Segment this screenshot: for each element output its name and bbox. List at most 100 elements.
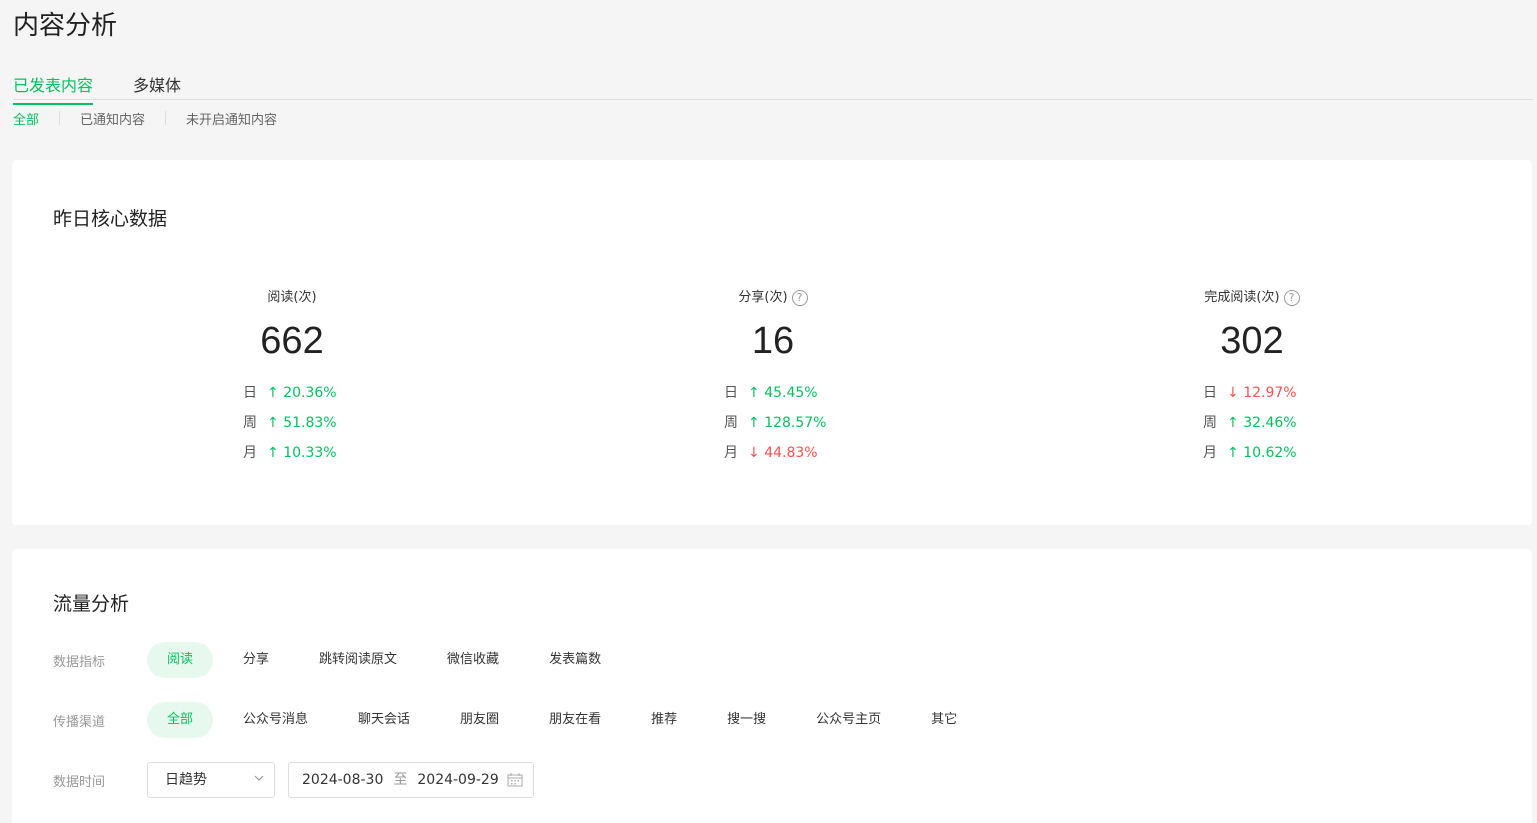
trend-mode-select[interactable]: 日趋势 [147, 762, 275, 798]
compare-percent: 44.83% [764, 445, 818, 461]
trend-mode-value: 日趋势 [165, 772, 207, 788]
arrow-down-icon: ↓ [1227, 385, 1239, 401]
time-filter: 数据时间 日趋势 2024-08-30 至 2024-09-29 [53, 762, 534, 798]
arrow-down-icon: ↓ [748, 445, 760, 461]
compare-value: ↑ 128.57% [748, 408, 828, 438]
compare-percent: 45.45% [764, 385, 818, 401]
arrow-up-icon: ↑ [267, 415, 279, 431]
main-tabs: 已发表内容 多媒体 [13, 68, 1533, 105]
chip-channel-moments[interactable]: 朋友圈 [440, 702, 519, 738]
help-icon[interactable]: ? [1283, 290, 1300, 306]
metric-label: 分享(次) ? [623, 288, 923, 308]
arrow-up-icon: ↑ [748, 415, 760, 431]
chip-original-link[interactable]: 跳转阅读原文 [299, 642, 417, 678]
start-date: 2024-08-30 [302, 772, 384, 788]
indicator-filter: 数据指标 阅读 分享 跳转阅读原文 微信收藏 发表篇数 [53, 642, 631, 678]
chip-shares[interactable]: 分享 [223, 642, 289, 678]
arrow-up-icon: ↑ [1227, 415, 1239, 431]
page-title: 内容分析 [13, 11, 118, 41]
subtab-notified[interactable]: 已通知内容 [80, 109, 145, 128]
compare-value: ↑ 10.62% [1227, 438, 1307, 468]
compare-label: 日 [243, 385, 257, 401]
metric-complete-reads: 完成阅读(次) ? 302 日 ↓ 12.97% 周 ↑ 32.46% 月 ↑ … [1102, 288, 1402, 468]
traffic-analysis-title: 流量分析 [53, 593, 130, 615]
chip-channel-all[interactable]: 全部 [147, 702, 214, 738]
compare-week: 周 ↑ 128.57% [623, 408, 923, 438]
chevron-down-icon [254, 775, 264, 781]
filter-label: 数据时间 [53, 774, 106, 790]
chip-published-count[interactable]: 发表篇数 [529, 642, 621, 678]
date-range-picker[interactable]: 2024-08-30 至 2024-09-29 [288, 762, 534, 798]
compare-label: 周 [243, 415, 257, 431]
metric-shares: 分享(次) ? 16 日 ↑ 45.45% 周 ↑ 128.57% 月 ↓ 44… [623, 288, 923, 468]
compare-value: ↑ 10.33% [267, 438, 347, 468]
compare-day: 日 ↓ 12.97% [1102, 378, 1402, 408]
compare-percent: 10.33% [283, 445, 337, 461]
chip-channel-friends-watching[interactable]: 朋友在看 [529, 702, 621, 738]
filter-label: 数据指标 [53, 654, 106, 670]
metric-reads: 阅读(次) 662 日 ↑ 20.36% 周 ↑ 51.83% 月 ↑ 10.3… [142, 288, 442, 468]
chip-channel-search[interactable]: 搜一搜 [707, 702, 786, 738]
compare-label: 月 [1203, 445, 1217, 461]
compare-day: 日 ↑ 20.36% [142, 378, 442, 408]
metric-label-text: 完成阅读(次) [1204, 290, 1280, 305]
metric-value: 16 [751, 320, 795, 362]
help-icon[interactable]: ? [791, 290, 808, 306]
subtab-all[interactable]: 全部 [13, 109, 39, 128]
arrow-up-icon: ↑ [267, 385, 279, 401]
arrow-up-icon: ↑ [267, 445, 279, 461]
compare-percent: 128.57% [764, 415, 827, 431]
compare-value: ↑ 51.83% [267, 408, 347, 438]
core-data-title: 昨日核心数据 [53, 208, 168, 230]
compare-day: 日 ↑ 45.45% [623, 378, 923, 408]
compare-list: 日 ↑ 20.36% 周 ↑ 51.83% 月 ↑ 10.33% [142, 378, 442, 468]
divider [165, 111, 167, 125]
chip-channel-recommend[interactable]: 推荐 [631, 702, 697, 738]
end-date: 2024-09-29 [417, 772, 499, 788]
traffic-analysis-card: 流量分析 数据指标 阅读 分享 跳转阅读原文 微信收藏 发表篇数 传播渠道 全部… [12, 549, 1532, 823]
core-data-card: 昨日核心数据 阅读(次) 662 日 ↑ 20.36% 周 ↑ 51.83% 月… [12, 160, 1532, 525]
compare-label: 日 [1203, 385, 1217, 401]
sub-tabs: 全部 已通知内容 未开启通知内容 [13, 109, 277, 128]
compare-percent: 10.62% [1243, 445, 1297, 461]
metric-label-text: 阅读(次) [267, 290, 317, 305]
compare-label: 日 [724, 385, 738, 401]
divider [59, 111, 61, 125]
tab-published[interactable]: 已发表内容 [13, 72, 94, 105]
subtab-not-notified[interactable]: 未开启通知内容 [186, 109, 277, 128]
date-separator: 至 [393, 772, 408, 788]
filter-label: 传播渠道 [53, 714, 106, 730]
compare-percent: 12.97% [1243, 385, 1297, 401]
compare-week: 周 ↑ 51.83% [142, 408, 442, 438]
chip-channel-homepage[interactable]: 公众号主页 [796, 702, 901, 738]
compare-list: 日 ↓ 12.97% 周 ↑ 32.46% 月 ↑ 10.62% [1102, 378, 1402, 468]
compare-value: ↓ 44.83% [748, 438, 828, 468]
channel-filter: 传播渠道 全部 公众号消息 聊天会话 朋友圈 朋友在看 推荐 搜一搜 公众号主页… [53, 702, 987, 738]
arrow-up-icon: ↑ [1227, 445, 1239, 461]
metric-label-text: 分享(次) [738, 290, 788, 305]
chip-channel-chats[interactable]: 聊天会话 [338, 702, 430, 738]
compare-percent: 20.36% [283, 385, 337, 401]
compare-percent: 51.83% [283, 415, 337, 431]
calendar-icon [507, 773, 523, 787]
metric-label: 阅读(次) [142, 288, 442, 308]
compare-value: ↑ 32.46% [1227, 408, 1307, 438]
compare-label: 周 [724, 415, 738, 431]
compare-label: 月 [724, 445, 738, 461]
compare-value: ↑ 45.45% [748, 378, 828, 408]
chip-channel-other[interactable]: 其它 [911, 702, 977, 738]
arrow-up-icon: ↑ [748, 385, 760, 401]
chip-channel-messages[interactable]: 公众号消息 [223, 702, 328, 738]
compare-month: 月 ↑ 10.62% [1102, 438, 1402, 468]
chip-wechat-favorites[interactable]: 微信收藏 [427, 642, 519, 678]
compare-list: 日 ↑ 45.45% 周 ↑ 128.57% 月 ↓ 44.83% [623, 378, 923, 468]
metric-label: 完成阅读(次) ? [1102, 288, 1402, 308]
compare-month: 月 ↓ 44.83% [623, 438, 923, 468]
compare-percent: 32.46% [1243, 415, 1297, 431]
compare-month: 月 ↑ 10.33% [142, 438, 442, 468]
tab-multimedia[interactable]: 多媒体 [133, 72, 181, 103]
metric-value: 302 [1220, 320, 1284, 362]
compare-week: 周 ↑ 32.46% [1102, 408, 1402, 438]
metric-value: 662 [260, 320, 324, 362]
chip-reads[interactable]: 阅读 [147, 642, 214, 678]
